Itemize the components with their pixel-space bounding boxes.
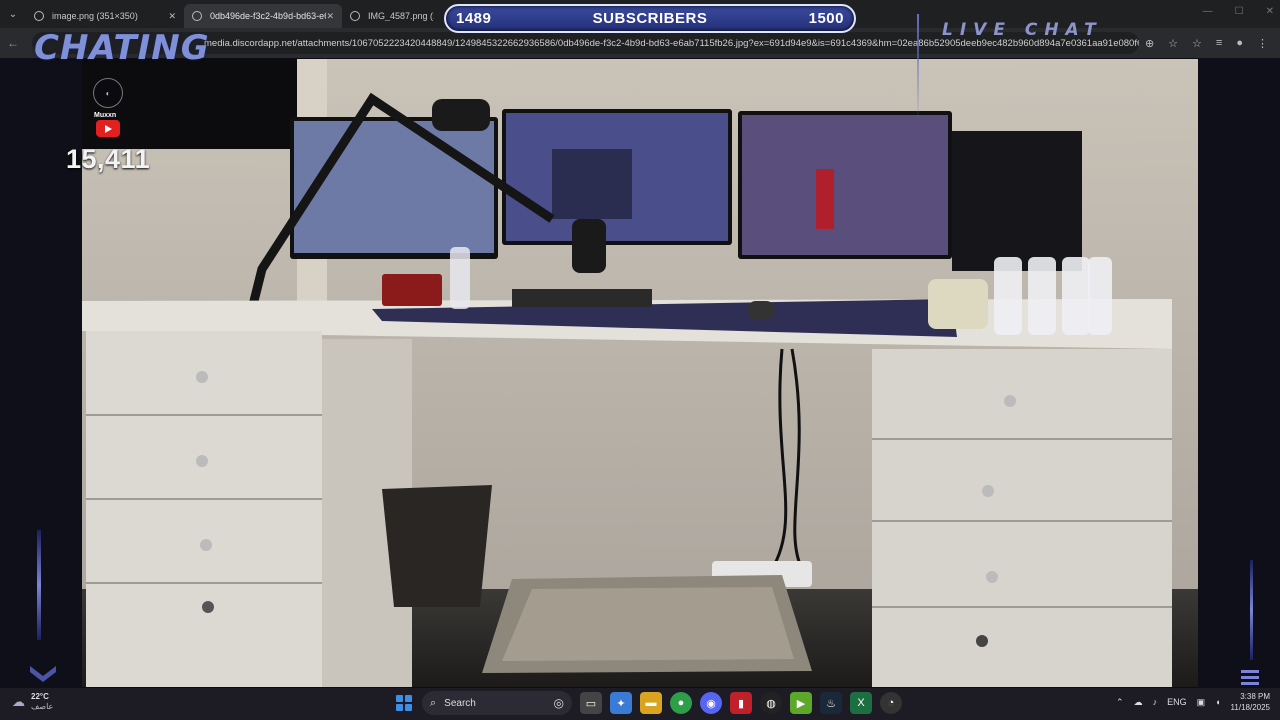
channel-corner-logo-icon (30, 666, 56, 682)
tray-chevron-icon[interactable]: ⌃ (1116, 697, 1124, 708)
tab-search-icon[interactable]: ⌄ (0, 0, 26, 28)
channel-avatar: ◐ (93, 78, 123, 108)
brand-logo-text: CHATING (34, 28, 210, 68)
live-chat-title: LIVE CHAT (942, 20, 1103, 40)
excel-icon[interactable]: X (850, 692, 872, 714)
language-indicator[interactable]: ENG (1167, 697, 1187, 707)
weather-description: عاصف (31, 702, 54, 711)
steam-icon[interactable]: ♨ (820, 692, 842, 714)
start-icon[interactable] (394, 693, 414, 713)
discord-icon[interactable]: ◉ (700, 692, 722, 714)
subscriber-label: SUBSCRIBERS (592, 10, 708, 27)
desk-setup-illustration (82, 59, 1198, 687)
windows-taskbar: ☁ 22°C عاصف ⌕ Search ◎ ▭ ✦ ▬ ● ◉ ▮ ◍ ▶ ♨… (0, 688, 1280, 720)
youtube-icon (96, 120, 120, 137)
subscriber-goal-bar: 1489 SUBSCRIBERS 1500 (444, 4, 856, 33)
back-icon[interactable]: ← (0, 36, 26, 50)
weather-temperature: 22°C (31, 692, 49, 701)
maximize-icon[interactable]: ☐ (1235, 6, 1244, 17)
subscriber-count: 1489 (456, 10, 492, 27)
overlay-menu-icon (1241, 670, 1259, 688)
weather-widget[interactable]: ☁ 22°C عاصف (12, 692, 53, 712)
reading-list-icon[interactable]: ≡ (1216, 37, 1222, 50)
tab-title: 0db496de-f3c2-4b9d-bd63-e6 (210, 11, 327, 21)
audio-meter-left (37, 530, 41, 640)
clock[interactable]: 3:38 PM 11/18/2025 (1231, 691, 1270, 713)
zoom-icon[interactable]: ⊕ (1145, 37, 1154, 50)
taskbar-apps: ⌕ Search ◎ ▭ ✦ ▬ ● ◉ ▮ ◍ ▶ ♨ X ◔ (394, 691, 902, 715)
minimize-icon[interactable]: — (1203, 6, 1213, 17)
tab-title: IMG_4587.png (1290× (368, 11, 434, 21)
volume-icon[interactable]: ◖ (1215, 697, 1220, 707)
close-icon[interactable]: ✕ (168, 11, 176, 22)
globe-icon (350, 11, 360, 21)
microphone-icon[interactable]: ♪ (1153, 697, 1158, 707)
desk-setup-photo[interactable] (82, 59, 1198, 687)
onedrive-icon[interactable]: ☁ (1134, 697, 1143, 708)
task-view-icon[interactable]: ▭ (580, 692, 602, 714)
nvidia-icon[interactable]: ▶ (790, 692, 812, 714)
active-app-icon[interactable]: ◔ (880, 692, 902, 714)
copilot-icon[interactable]: ✦ (610, 692, 632, 714)
image-viewer (0, 58, 1280, 688)
globe-icon (192, 11, 202, 21)
chrome-icon[interactable]: ● (670, 692, 692, 714)
address-actions: ⊕ ☆ ☆ ≡ ● ⋮ (1145, 37, 1280, 50)
live-chat-divider (917, 14, 919, 124)
audio-meter-right (1250, 560, 1253, 660)
search-highlight-icon: ◎ (553, 696, 564, 710)
app-red-icon[interactable]: ▮ (730, 692, 752, 714)
menu-dots-icon[interactable]: ⋮ (1257, 37, 1268, 50)
search-icon: ⌕ (430, 696, 437, 709)
weather-icon: ☁ (12, 694, 25, 709)
favorites-icon[interactable]: ☆ (1192, 37, 1202, 50)
profile-icon[interactable]: ● (1236, 37, 1243, 50)
window-close-icon[interactable]: ✕ (1266, 6, 1274, 17)
tab-image-png[interactable]: image.png (351×350) ✕ (26, 4, 184, 28)
viewer-count: 15,411 (66, 144, 151, 174)
clock-date: 11/18/2025 (1230, 703, 1270, 712)
network-icon[interactable]: ▣ (1197, 697, 1206, 708)
tab-img-4587[interactable]: IMG_4587.png (1290× (342, 4, 442, 28)
close-icon[interactable]: ✕ (326, 11, 334, 22)
channel-name: Muxxn (94, 112, 117, 119)
clock-time: 3:38 PM (1240, 692, 1270, 701)
tab-title: image.png (351×350) (52, 11, 138, 21)
system-tray: ⌃ ☁ ♪ ENG ▣ ◖ 3:38 PM 11/18/2025 (1116, 691, 1270, 713)
screen: ⌄ image.png (351×350) ✕ 0db496de-f3c2-4b… (0, 0, 1280, 720)
window-controls: — ☐ ✕ (1203, 6, 1274, 17)
bookmark-star-icon[interactable]: ☆ (1168, 37, 1178, 50)
file-explorer-icon[interactable]: ▬ (640, 692, 662, 714)
obs-icon[interactable]: ◍ (760, 692, 782, 714)
viewer-margin-right (1198, 58, 1280, 688)
subscriber-goal: 1500 (808, 10, 844, 27)
taskbar-search[interactable]: ⌕ Search ◎ (422, 691, 572, 715)
search-placeholder: Search (444, 697, 476, 709)
tab-discord-image[interactable]: 0db496de-f3c2-4b9d-bd63-e6 ✕ (184, 4, 342, 28)
globe-icon (34, 11, 44, 21)
